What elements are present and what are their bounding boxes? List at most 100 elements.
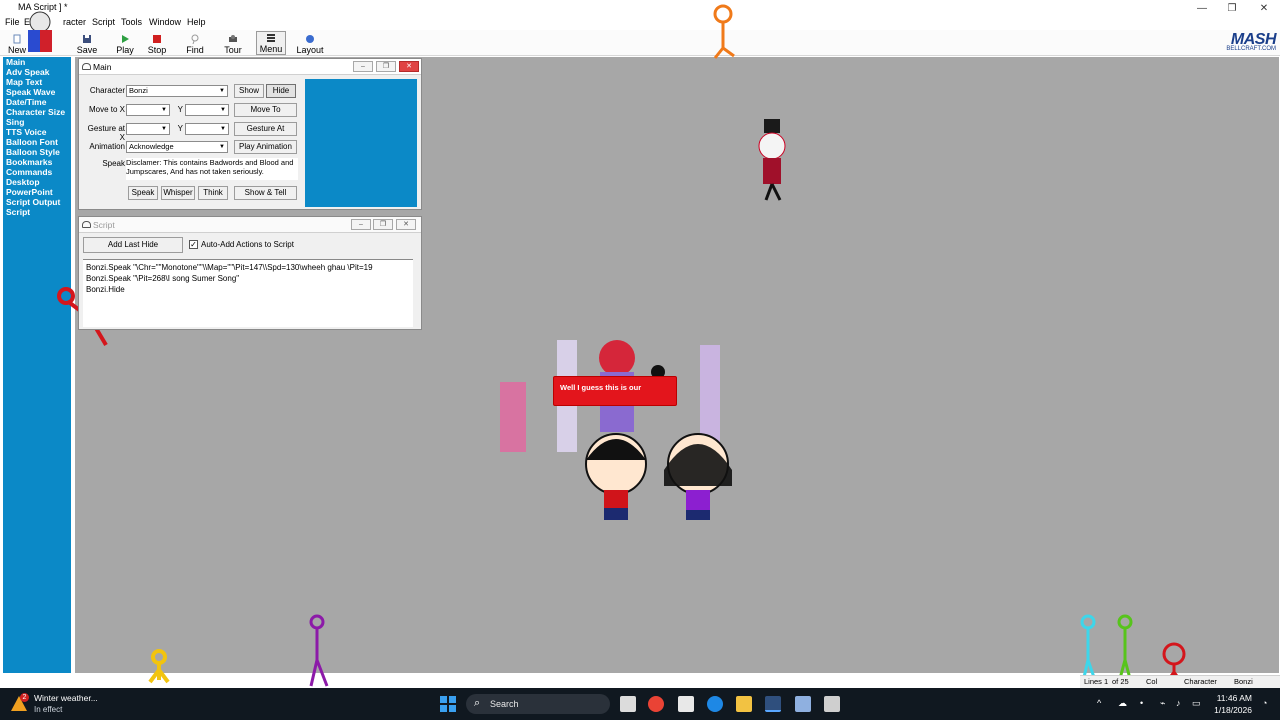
sidebar-item-bookmarks[interactable]: Bookmarks [3,157,71,167]
show-and-tell-button[interactable]: Show & Tell [234,186,297,200]
task-view-icon[interactable] [620,696,636,712]
script-close-button[interactable]: ✕ [396,219,416,230]
menu-button[interactable]: Menu [256,31,286,55]
network-icon[interactable]: ⌁ [1160,698,1165,709]
gesture-at-button[interactable]: Gesture At [234,122,297,136]
sidebar-item-desktop[interactable]: Desktop [3,177,71,187]
chrome-icon[interactable] [648,696,664,712]
file-explorer-icon[interactable] [736,696,752,712]
new-button[interactable]: New [6,31,28,55]
status-bar: Lines 1 of 25 Col Character Bonzi [1080,675,1280,688]
main-window-titlebar[interactable]: Main – ❐ ✕ [79,59,421,75]
sidebar-item-main[interactable]: Main [3,57,71,67]
speak-button[interactable]: Speak [128,186,158,200]
app-icon[interactable] [824,696,840,712]
layout-button[interactable]: Layout [296,31,324,55]
sidebar-item-date-time[interactable]: Date/Time [3,97,71,107]
brand-logo: MASH BELLCRAFT.COM [1226,31,1276,52]
start-button[interactable] [440,696,456,712]
menu-tools[interactable]: Tools [121,17,142,27]
script-window-titlebar[interactable]: Script – ❐ ✕ [79,217,421,233]
taskbar: 2 Winter weather... In effect ⌕ Search ^… [0,688,1280,720]
maximize-button[interactable]: ❐ [1216,0,1248,16]
sidebar-item-character-size[interactable]: Character Size [3,107,71,117]
microphone-icon[interactable]: • [1140,698,1143,708]
store-icon[interactable] [678,696,694,712]
chevron-up-icon[interactable]: ^ [1097,698,1101,708]
gesture-y-select[interactable]: ▼ [185,123,229,135]
play-button[interactable]: Play [114,31,136,55]
clock-time[interactable]: 11:46 AM [1212,693,1252,703]
save-icon [83,35,91,43]
mash-app-icon[interactable] [765,696,781,712]
sidebar-item-balloon-style[interactable]: Balloon Style [3,147,71,157]
show-button[interactable]: Show [234,84,264,98]
sidebar-item-sing[interactable]: Sing [3,117,71,127]
sidebar-item-powerpoint[interactable]: PowerPoint [3,187,71,197]
save-button[interactable]: Save [76,31,98,55]
character-label: Character [89,86,125,95]
windows-icon [440,696,456,712]
script-minimize-button[interactable]: – [351,219,371,230]
weather-subtitle: In effect [34,705,63,714]
main-restore-button[interactable]: ❐ [376,61,396,72]
chevron-down-icon: ▼ [220,126,226,132]
menu-help[interactable]: Help [187,17,206,27]
close-button[interactable]: ✕ [1248,0,1280,16]
move-y-select[interactable]: ▼ [185,104,229,116]
notification-bell-icon[interactable]: ◔ [1262,698,1267,708]
sidebar: Main Adv Speak Map Text Speak Wave Date/… [3,57,71,673]
cloud-icon[interactable]: ☁ [1118,698,1127,709]
chevron-down-icon: ▼ [161,126,167,132]
menu-character[interactable]: racter [63,17,86,27]
weather-widget[interactable]: 2 [10,693,29,713]
auto-add-checkbox[interactable]: ✓ [189,240,198,249]
move-x-select[interactable]: ▼ [126,104,170,116]
animation-select[interactable]: Acknowledge ▼ [126,141,228,153]
think-button[interactable]: Think [198,186,228,200]
gesture-x-select[interactable]: ▼ [126,123,170,135]
sidebar-item-speak-wave[interactable]: Speak Wave [3,87,71,97]
play-animation-button[interactable]: Play Animation [234,140,297,154]
sidebar-item-commands[interactable]: Commands [3,167,71,177]
sidebar-item-tts-voice[interactable]: TTS Voice [3,127,71,137]
clock-date[interactable]: 1/18/2026 [1212,705,1252,715]
tour-button[interactable]: Tour [222,31,244,55]
menu-script[interactable]: Script [92,17,115,27]
character-icon [82,63,91,70]
main-close-button[interactable]: ✕ [399,61,419,72]
speaker-icon[interactable]: ♪ [1176,698,1181,708]
sidebar-item-map-text[interactable]: Map Text [3,77,71,87]
chevron-down-icon: ▼ [219,144,225,150]
menu-window[interactable]: Window [149,17,181,27]
minimize-button[interactable]: — [1186,0,1218,16]
taskbar-search[interactable]: ⌕ Search [466,694,610,714]
sidebar-item-balloon-font[interactable]: Balloon Font [3,137,71,147]
character-select[interactable]: Bonzi ▼ [126,85,228,97]
script-restore-button[interactable]: ❐ [373,219,393,230]
sidebar-item-script-output[interactable]: Script Output [3,197,71,207]
stop-button[interactable]: Stop [146,31,168,55]
move-to-x-label: Move to X [88,105,125,114]
sidebar-item-script[interactable]: Script [3,207,71,217]
notepad-icon[interactable] [795,696,811,712]
sidebar-item-adv-speak[interactable]: Adv Speak [3,67,71,77]
stop-icon [153,35,161,43]
script-editor[interactable]: Bonzi.Speak "\Chr=""Monotone""\\Map=""\P… [83,259,413,327]
menu-edit[interactable]: E [24,17,30,27]
animation-label: Animation [89,142,125,151]
whisper-button[interactable]: Whisper [161,186,195,200]
hide-button[interactable]: Hide [266,84,296,98]
battery-icon[interactable]: ▭ [1192,698,1201,709]
find-button[interactable]: Find [184,31,206,55]
auto-add-label: Auto-Add Actions to Script [201,240,294,249]
main-minimize-button[interactable]: – [353,61,373,72]
add-last-hide-button[interactable]: Add Last Hide [83,237,183,253]
speech-balloon: Well I guess this is our [553,376,677,406]
speak-textarea[interactable]: Disclamer: This contains Badwords and Bl… [126,158,298,180]
status-col: Col [1146,677,1158,686]
menu-file[interactable]: File [5,17,20,27]
move-to-button[interactable]: Move To [234,103,297,117]
edge-icon[interactable] [707,696,723,712]
weather-title: Winter weather... [34,693,98,703]
